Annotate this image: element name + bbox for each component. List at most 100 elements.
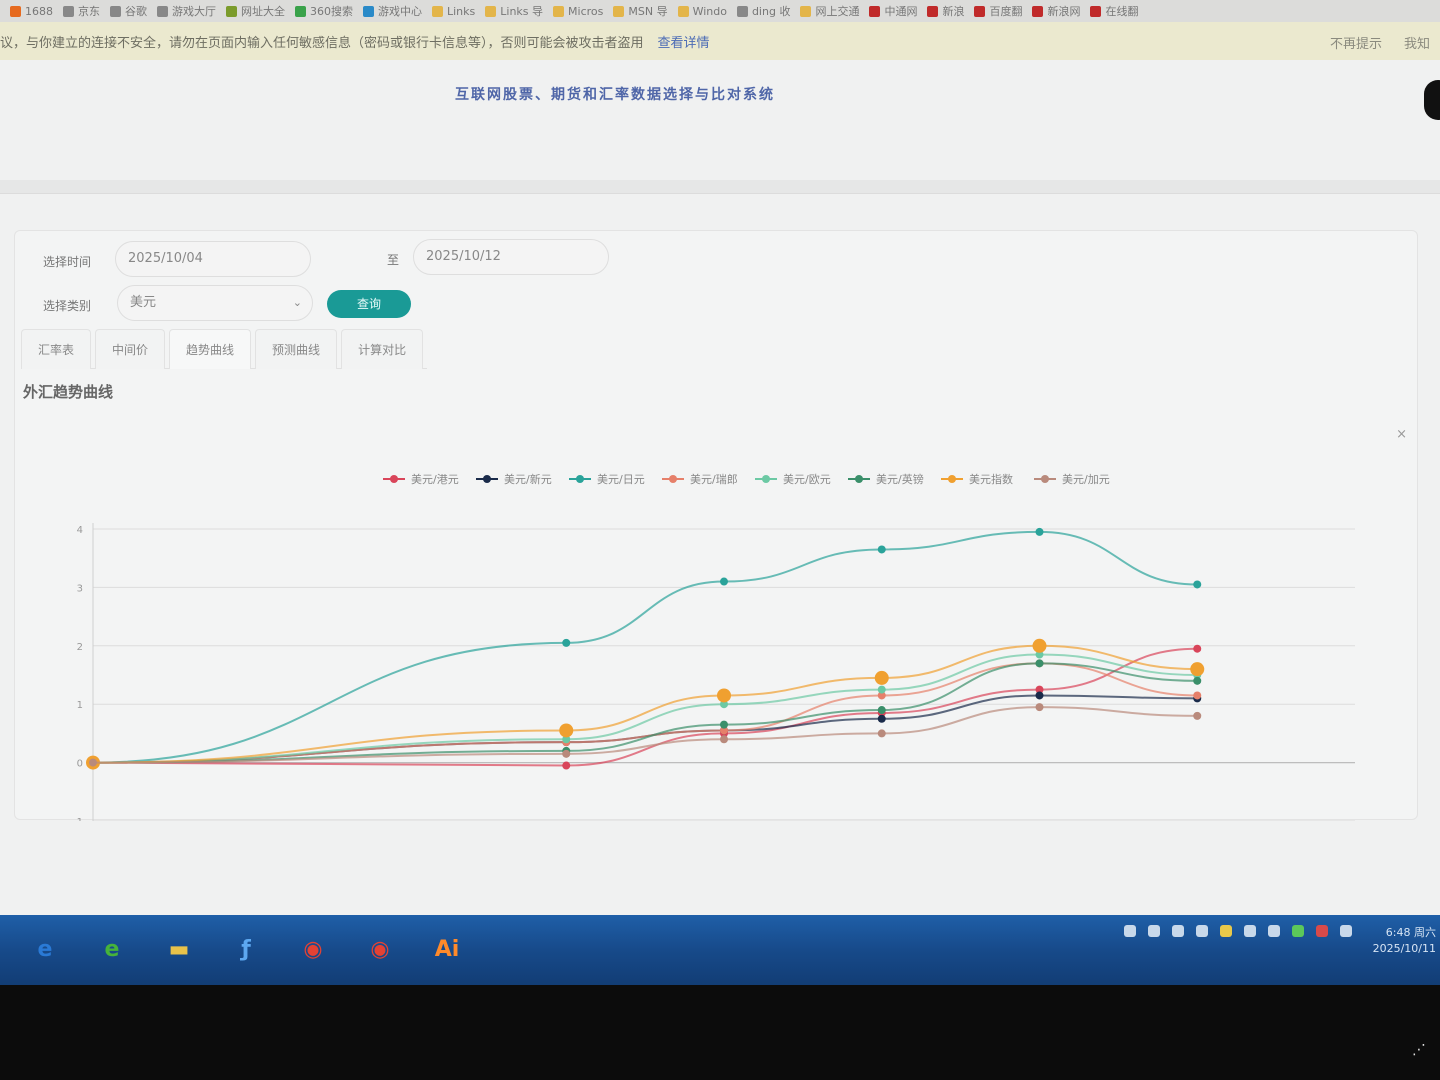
tray-security-icon[interactable]	[1292, 925, 1304, 937]
bookmark-item[interactable]: 京东	[63, 3, 100, 19]
chevron-down-icon: ⌄	[292, 296, 302, 309]
query-button[interactable]: 查询	[327, 290, 411, 318]
bookmark-item[interactable]: 360搜索	[295, 3, 353, 19]
bookmark-item[interactable]: MSN 导	[613, 3, 668, 19]
bookmark-item[interactable]: 百度翻	[974, 3, 1022, 19]
ie-green-icon[interactable]: e	[85, 925, 139, 973]
data-point[interactable]	[1035, 659, 1044, 668]
data-point[interactable]	[1193, 580, 1202, 589]
bookmark-favicon-icon	[295, 5, 306, 17]
bookmark-label: 在线翻	[1105, 5, 1139, 18]
data-point[interactable]	[720, 735, 728, 744]
warning-details-link[interactable]: 查看详情	[658, 32, 710, 51]
dismiss-warning-button[interactable]: 不再提示	[1330, 33, 1382, 52]
bookmark-favicon-icon	[927, 5, 939, 17]
data-point[interactable]	[717, 688, 731, 703]
tray-network-icon[interactable]	[1124, 925, 1136, 937]
bookmark-item[interactable]: Micros	[553, 5, 603, 18]
data-point[interactable]	[1032, 638, 1047, 653]
folder-icon[interactable]: ▬	[152, 925, 206, 973]
bookmark-favicon-icon	[736, 5, 748, 17]
data-point[interactable]	[877, 685, 886, 694]
bookmark-item[interactable]: 游戏中心	[363, 3, 422, 19]
windows-taskbar: e e ▬ ƒ ◉ ◉ Ai 6:48 周六 2025/10/11	[0, 915, 1440, 985]
bookmark-item[interactable]: 中通网	[869, 3, 917, 19]
data-point[interactable]	[89, 758, 97, 767]
flash-icon[interactable]: ƒ	[219, 925, 273, 973]
legend-item[interactable]: 美元/加元	[1034, 473, 1110, 486]
data-point[interactable]	[562, 638, 571, 647]
legend-item[interactable]: 美元/欧元	[755, 473, 831, 486]
data-point[interactable]	[720, 577, 728, 586]
legend-item[interactable]: 美元/新元	[476, 472, 552, 486]
bookmark-label: 1688	[25, 4, 53, 18]
bookmark-item[interactable]: 1688	[10, 5, 53, 18]
bookmark-item[interactable]: 新浪网	[1032, 3, 1080, 19]
tray-battery-icon[interactable]	[1244, 925, 1256, 937]
data-point[interactable]	[1035, 691, 1044, 700]
browser-screen: 1688 京东 谷歌 游戏大厅 网址大全 360搜索 游戏中心 Links Links 导 Mic…	[0, 0, 1440, 985]
ie-icon[interactable]: e	[18, 925, 72, 973]
bookmark-item[interactable]: Links	[432, 5, 475, 18]
data-point[interactable]	[877, 714, 886, 723]
data-point[interactable]	[874, 670, 889, 685]
bookmark-item[interactable]: 在线翻	[1090, 3, 1138, 19]
start-date-input[interactable]: 2025/10/04	[115, 241, 311, 277]
end-date-input[interactable]: 2025/10/12	[413, 239, 609, 275]
page-content: 互联网股票、期货和汇率数据选择与比对系统 选择时间 2025/10/04 至 2…	[0, 60, 1440, 940]
tray-app-icon[interactable]	[1220, 925, 1232, 937]
data-point[interactable]	[1193, 644, 1202, 653]
bookmark-item[interactable]: 谷歌	[110, 3, 147, 19]
warning-more-button[interactable]: 我知	[1404, 33, 1430, 52]
side-widget[interactable]	[1424, 80, 1440, 120]
bookmark-item[interactable]: 网址大全	[226, 3, 285, 19]
chrome-alt-icon[interactable]: ◉	[353, 925, 407, 973]
data-point[interactable]	[562, 749, 571, 758]
legend-label: 美元/加元	[1062, 473, 1110, 486]
bookmark-item[interactable]: Windo	[677, 5, 727, 18]
data-point[interactable]	[1193, 691, 1202, 700]
tray-keyboard-icon[interactable]	[1148, 925, 1160, 937]
legend-item[interactable]: 美元/瑞郎	[662, 472, 738, 486]
bookmark-item[interactable]: 网上交通	[800, 3, 859, 19]
system-title: 互联网股票、期货和汇率数据选择与比对系统	[455, 87, 775, 103]
ai-icon[interactable]: Ai	[420, 925, 474, 973]
data-point[interactable]	[877, 545, 886, 554]
data-point[interactable]	[559, 723, 574, 738]
bookmarks-bar: 1688 京东 谷歌 游戏大厅 网址大全 360搜索 游戏中心 Links Links 导 Mic…	[0, 0, 1440, 22]
bookmark-item[interactable]: Links 导	[485, 3, 543, 19]
data-point[interactable]	[1190, 662, 1205, 677]
bookmark-item[interactable]: ding 收	[736, 3, 790, 19]
y-tick-label: -1	[73, 817, 83, 821]
bookmark-item[interactable]: 新浪	[927, 3, 964, 19]
data-point[interactable]	[877, 706, 886, 715]
category-select[interactable]: 美元 ⌄	[117, 285, 313, 321]
data-point[interactable]	[877, 729, 886, 738]
tray-volume-icon[interactable]	[1268, 925, 1280, 937]
legend-item[interactable]: 美元/港元	[383, 473, 459, 486]
chrome-icon[interactable]: ◉	[286, 925, 340, 973]
data-point[interactable]	[1035, 703, 1044, 712]
taskbar-clock[interactable]: 6:48 周六 2025/10/11	[1373, 925, 1436, 957]
data-point[interactable]	[1035, 527, 1044, 536]
data-point[interactable]	[1193, 711, 1202, 720]
tray-flag-icon[interactable]	[1316, 925, 1328, 937]
system-tray	[1124, 925, 1352, 937]
bookmark-label: 游戏大厅	[172, 5, 216, 18]
tray-chevron-icon[interactable]	[1196, 925, 1208, 937]
data-point[interactable]	[1193, 676, 1202, 685]
legend-item[interactable]: 美元/英镑	[848, 472, 924, 486]
bookmark-favicon-icon	[432, 5, 443, 17]
legend-marker-icon	[762, 475, 770, 483]
tray-bluetooth-icon[interactable]	[1172, 925, 1184, 937]
tray-wifi-icon[interactable]	[1340, 925, 1352, 937]
query-panel: 选择时间 2025/10/04 至 2025/10/12 选择类别 美元 ⌄ 查…	[14, 230, 1418, 821]
legend-marker-icon	[948, 475, 956, 483]
legend-item[interactable]: 美元/日元	[569, 473, 645, 486]
data-point[interactable]	[720, 720, 728, 729]
chart-series	[86, 527, 1205, 770]
legend-marker-icon	[1041, 475, 1049, 483]
bookmark-item[interactable]: 游戏大厅	[157, 3, 216, 19]
data-point[interactable]	[562, 761, 571, 770]
legend-item[interactable]: 美元指数	[941, 472, 1013, 486]
